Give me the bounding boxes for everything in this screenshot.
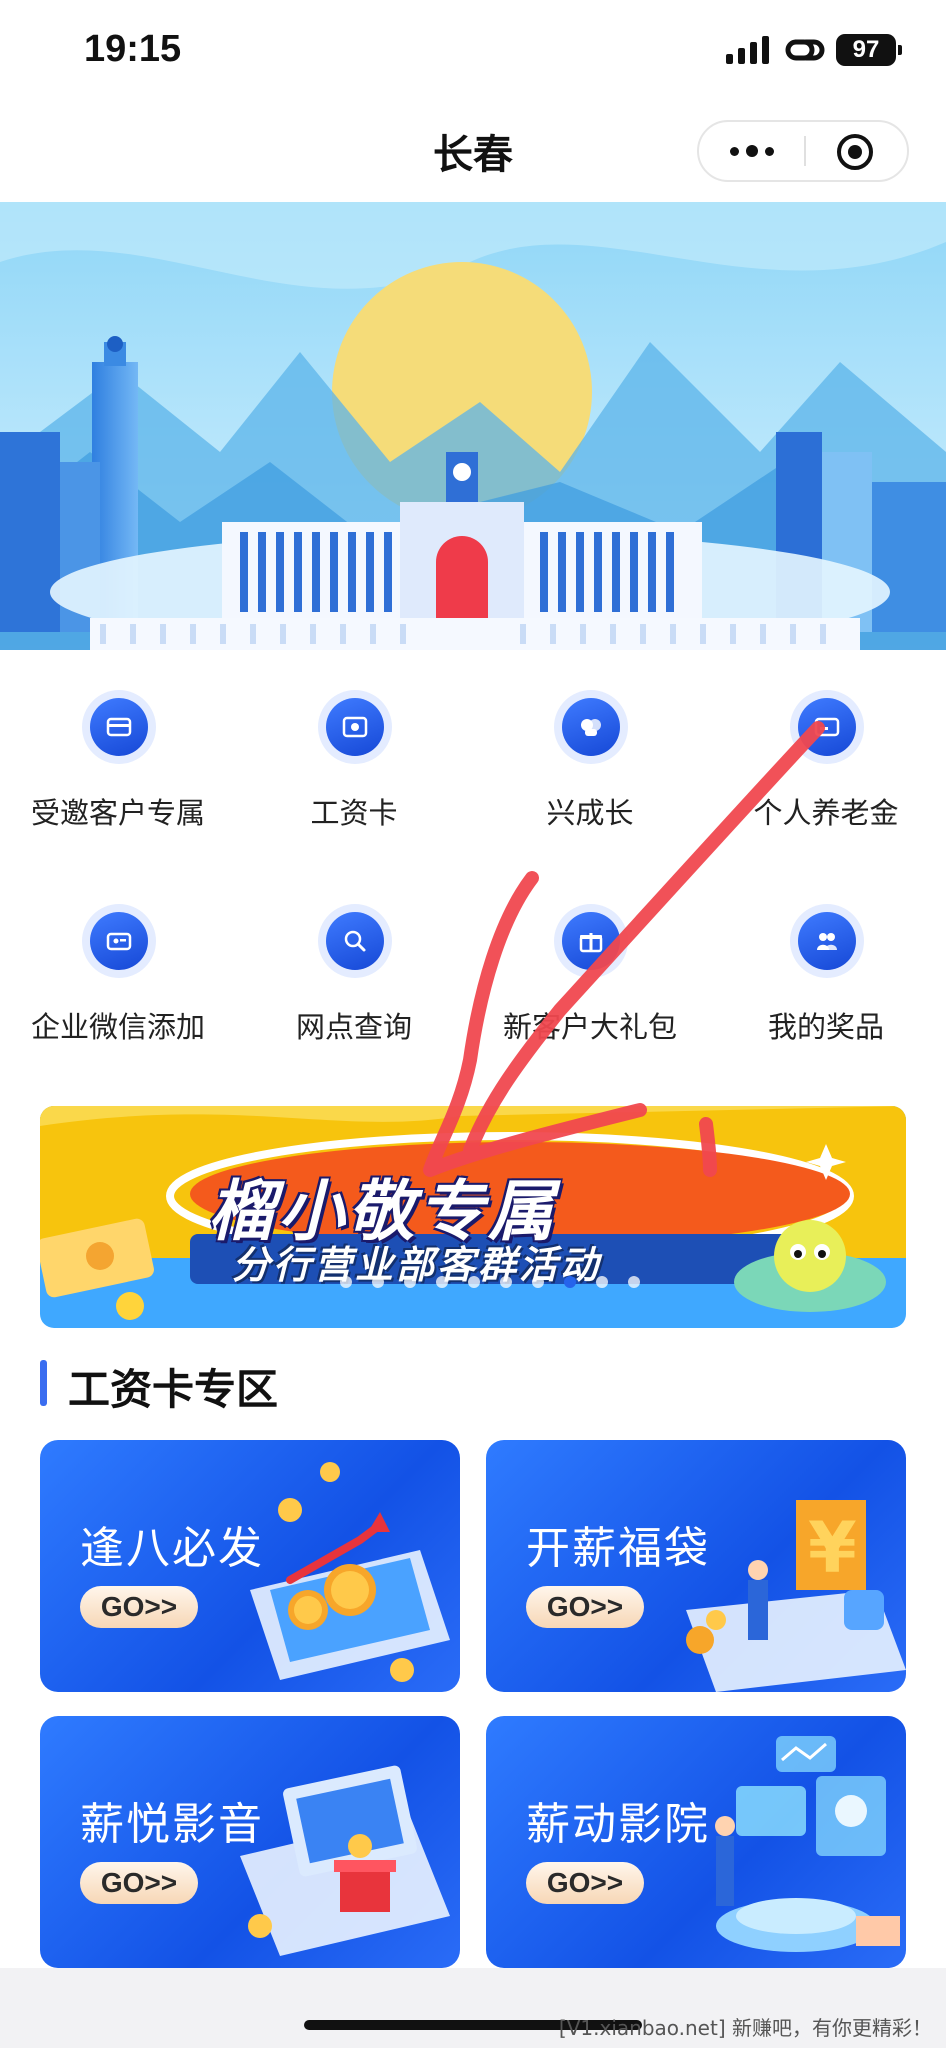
prize-icon [790,904,864,978]
branch-search-icon [318,904,392,978]
service-item-wechat-add[interactable]: 企业微信添加 [0,904,236,1064]
signal-icon [726,36,769,64]
service-item-new-customer-gift[interactable]: 新客户大礼包 [472,904,708,1064]
media-gift-illustration [240,1765,450,1956]
service-label: 个人养老金 [753,796,899,830]
card-title: 逢八必发 [80,1523,264,1574]
service-label: 受邀客户专属 [30,796,205,830]
wechat-card-icon [82,904,156,978]
section-title: 工资卡专区 [68,1365,279,1414]
battery-icon: 97 [836,34,902,66]
go-button[interactable]: GO>> [80,1862,198,1904]
salary-card-xin-dong[interactable]: 薪动影院 GO>> [486,1716,906,1968]
mini-program-capsule [697,120,909,182]
service-label: 我的奖品 [767,1010,884,1044]
service-item-pension[interactable]: 个人养老金 [708,690,944,850]
pension-card-icon [790,690,864,764]
promo-banner[interactable]: 榴小敬专属 分行营业部客群活动 [40,1106,906,1328]
carousel-dot[interactable] [532,1276,544,1288]
carousel-dot[interactable] [404,1276,416,1288]
coins-tablet-illustration [250,1462,450,1682]
service-item-branch-search[interactable]: 网点查询 [236,904,472,1064]
gift-icon [554,904,628,978]
carousel-dot[interactable] [436,1276,448,1288]
city-illustration [0,202,946,650]
carousel-dot[interactable] [596,1276,608,1288]
service-item-invited-customer[interactable]: 受邀客户专属 [0,690,236,850]
carousel-indicator [340,1276,640,1288]
svg-text:¥: ¥ [808,1507,857,1589]
card-title: 薪悦影音 [80,1799,264,1850]
carousel-dot[interactable] [372,1276,384,1288]
yuan-bag-illustration: ¥ [686,1500,906,1692]
service-label: 兴成长 [546,796,634,830]
salary-card-kai-xin[interactable]: ¥ 开薪福袋 GO>> [486,1440,906,1692]
section-accent-bar [40,1360,47,1406]
service-label: 企业微信添加 [30,1010,205,1044]
nav-bar: 长春 [0,100,946,202]
target-circle-icon[interactable] [837,134,873,170]
capsule-divider [804,136,806,166]
growth-icon [554,690,628,764]
status-time: 19:15 [84,28,182,70]
go-button[interactable]: GO>> [526,1862,644,1904]
service-item-my-prizes[interactable]: 我的奖品 [708,904,944,1064]
carousel-dot[interactable] [500,1276,512,1288]
cinema-chart-illustration [715,1736,900,1952]
hero-banner [0,202,946,650]
watermark-text: [V1.xianbao.net] 新赚吧，有你更精彩！ [558,2016,932,2040]
card-icon [82,690,156,764]
link-icon [785,39,825,61]
carousel-dot[interactable] [340,1276,352,1288]
carousel-dot[interactable] [628,1276,640,1288]
wallet-card-icon [318,690,392,764]
go-button[interactable]: GO>> [526,1586,644,1628]
carousel-dot-active[interactable] [564,1276,576,1288]
service-item-salary-card[interactable]: 工资卡 [236,690,472,850]
card-title: 开薪福袋 [526,1523,710,1574]
service-label: 新客户大礼包 [502,1010,677,1044]
service-label: 工资卡 [310,796,398,830]
carousel-dot[interactable] [468,1276,480,1288]
service-label: 网点查询 [295,1010,412,1044]
salary-card-xin-yue[interactable]: 薪悦影音 GO>> [40,1716,460,1968]
status-bar: 19:15 97 [0,0,946,100]
service-item-growth[interactable]: 兴成长 [472,690,708,850]
more-dots-icon[interactable] [699,122,804,180]
card-title: 薪动影院 [526,1799,710,1850]
go-button[interactable]: GO>> [80,1586,198,1628]
salary-card-feng-ba[interactable]: 逢八必发 GO>> [40,1440,460,1692]
